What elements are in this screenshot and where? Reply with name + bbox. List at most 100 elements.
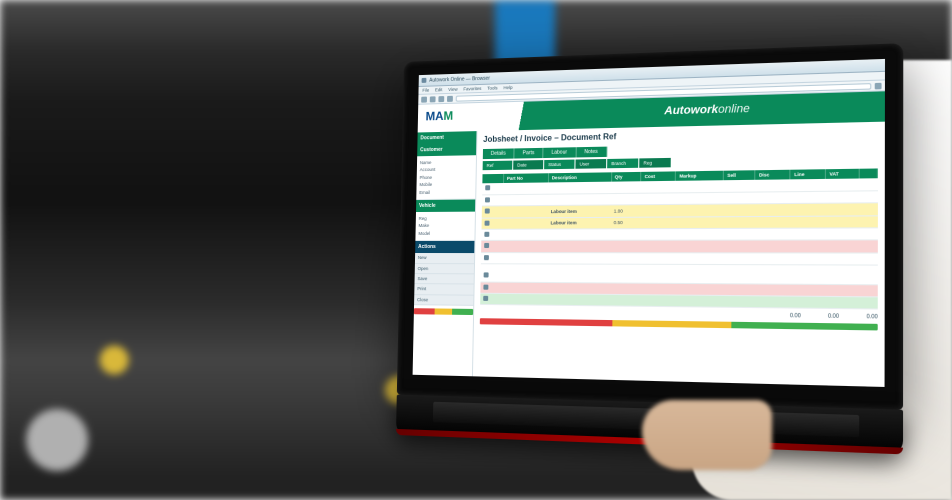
- table-cell: [480, 293, 538, 305]
- table-cell: [603, 271, 636, 283]
- app-logo[interactable]: MAM: [425, 109, 453, 124]
- table-row[interactable]: [481, 252, 877, 265]
- table-cell: [676, 181, 724, 193]
- table-cell: [702, 271, 736, 283]
- col-header[interactable]: Markup: [676, 171, 724, 182]
- laptop: Autowork Online — Browser File Edit View…: [396, 43, 903, 454]
- table-cell: [675, 228, 723, 240]
- col-header[interactable]: Line: [790, 169, 825, 180]
- table-row[interactable]: [481, 228, 877, 241]
- table-cell: [842, 272, 878, 284]
- table-cell: Labour item: [547, 217, 610, 229]
- table-cell: [635, 271, 668, 283]
- table-cell: [503, 194, 548, 206]
- table-row[interactable]: [481, 240, 877, 252]
- table-cell: [790, 216, 825, 228]
- table-cell: [736, 283, 771, 296]
- menu-help[interactable]: Help: [503, 85, 512, 90]
- table-cell: [502, 241, 547, 253]
- table-cell: [482, 206, 503, 218]
- table-cell: [825, 228, 859, 240]
- table-row[interactable]: [480, 293, 878, 309]
- menu-favorites[interactable]: Favorites: [463, 86, 481, 92]
- sidebar: Document Customer Name Account Phone Mob…: [413, 131, 478, 376]
- sidebar-head-customer: Customer: [417, 143, 476, 156]
- table-cell: [480, 282, 538, 294]
- col-header[interactable]: Disc: [755, 170, 790, 180]
- reload-icon[interactable]: [438, 96, 444, 102]
- line-items-table-2: [480, 270, 878, 309]
- app-title-sub: online: [718, 103, 750, 116]
- col-header[interactable]: Sell: [723, 170, 755, 180]
- sidebar-btn-save[interactable]: Save: [414, 274, 473, 285]
- col-header[interactable]: VAT: [826, 169, 860, 180]
- table-cell: [502, 229, 547, 241]
- table-cell: [502, 252, 547, 264]
- col-header[interactable]: Part No: [503, 173, 548, 183]
- table-cell: [669, 295, 703, 307]
- table-cell: [635, 295, 668, 307]
- sidebar-btn-new[interactable]: New: [415, 253, 474, 264]
- tab-details[interactable]: Details: [483, 148, 515, 159]
- sidebar-btn-open[interactable]: Open: [415, 264, 474, 275]
- row-icon: [484, 255, 489, 260]
- row-icon: [484, 232, 489, 237]
- table-cell: [737, 272, 772, 284]
- app-title: Autoworkonline: [664, 103, 750, 119]
- table-cell: [755, 180, 790, 192]
- table-cell: [482, 183, 503, 194]
- sidebar-btn-print[interactable]: Print: [414, 284, 473, 295]
- menu-edit[interactable]: Edit: [435, 87, 443, 92]
- sidebar-vehicle-section: Reg Make Model: [415, 212, 475, 242]
- tab-labour[interactable]: Labour: [543, 147, 576, 158]
- table-cell: [640, 252, 675, 264]
- table-cell: [640, 205, 675, 217]
- row-icon: [485, 220, 490, 225]
- table-cell: [570, 271, 603, 282]
- table-cell: [790, 253, 825, 265]
- table-cell: [736, 295, 771, 308]
- table-cell: [702, 295, 736, 308]
- line-items-table: Part NoDescriptionQtyCostMarkupSellDiscL…: [481, 168, 878, 265]
- sidebar-btn-close[interactable]: Close: [414, 295, 473, 306]
- table-cell: [790, 191, 825, 204]
- menu-view[interactable]: View: [448, 87, 457, 92]
- sidebar-row: Make: [418, 222, 471, 230]
- info-cell: Date: [513, 160, 543, 170]
- table-cell: [806, 272, 842, 284]
- row-icon: [485, 197, 490, 202]
- search-icon[interactable]: [875, 82, 882, 89]
- table-cell: [702, 283, 736, 295]
- table-cell: [481, 270, 539, 281]
- table-cell: [755, 204, 790, 216]
- table-cell: [790, 179, 825, 191]
- back-icon[interactable]: [421, 96, 427, 102]
- table-cell: [675, 192, 723, 204]
- table-cell: [859, 240, 877, 252]
- info-cell: Status: [544, 159, 574, 169]
- col-header[interactable]: Qty: [611, 172, 641, 182]
- logo-part-1: MA: [425, 109, 443, 123]
- table-cell: [641, 193, 676, 205]
- tab-parts[interactable]: Parts: [515, 147, 544, 158]
- table-cell: [603, 282, 636, 294]
- table-cell: [806, 296, 842, 309]
- table-cell: [548, 193, 611, 205]
- table-cell: [825, 215, 859, 228]
- menu-tools[interactable]: Tools: [487, 85, 497, 90]
- table-cell: [859, 203, 877, 216]
- table-cell: [611, 193, 641, 205]
- table-cell: [806, 284, 842, 297]
- logo-part-2: M: [443, 109, 453, 123]
- col-header[interactable]: [859, 168, 877, 178]
- forward-icon[interactable]: [430, 96, 436, 102]
- col-header[interactable]: [482, 174, 503, 184]
- info-cell: Branch: [607, 158, 638, 168]
- menu-file[interactable]: File: [422, 88, 429, 93]
- table-cell: [842, 296, 878, 309]
- home-icon[interactable]: [447, 95, 453, 101]
- tab-notes[interactable]: Notes: [576, 146, 607, 157]
- table-cell: [825, 191, 859, 204]
- table-cell: [640, 241, 675, 253]
- col-header[interactable]: Cost: [641, 171, 676, 181]
